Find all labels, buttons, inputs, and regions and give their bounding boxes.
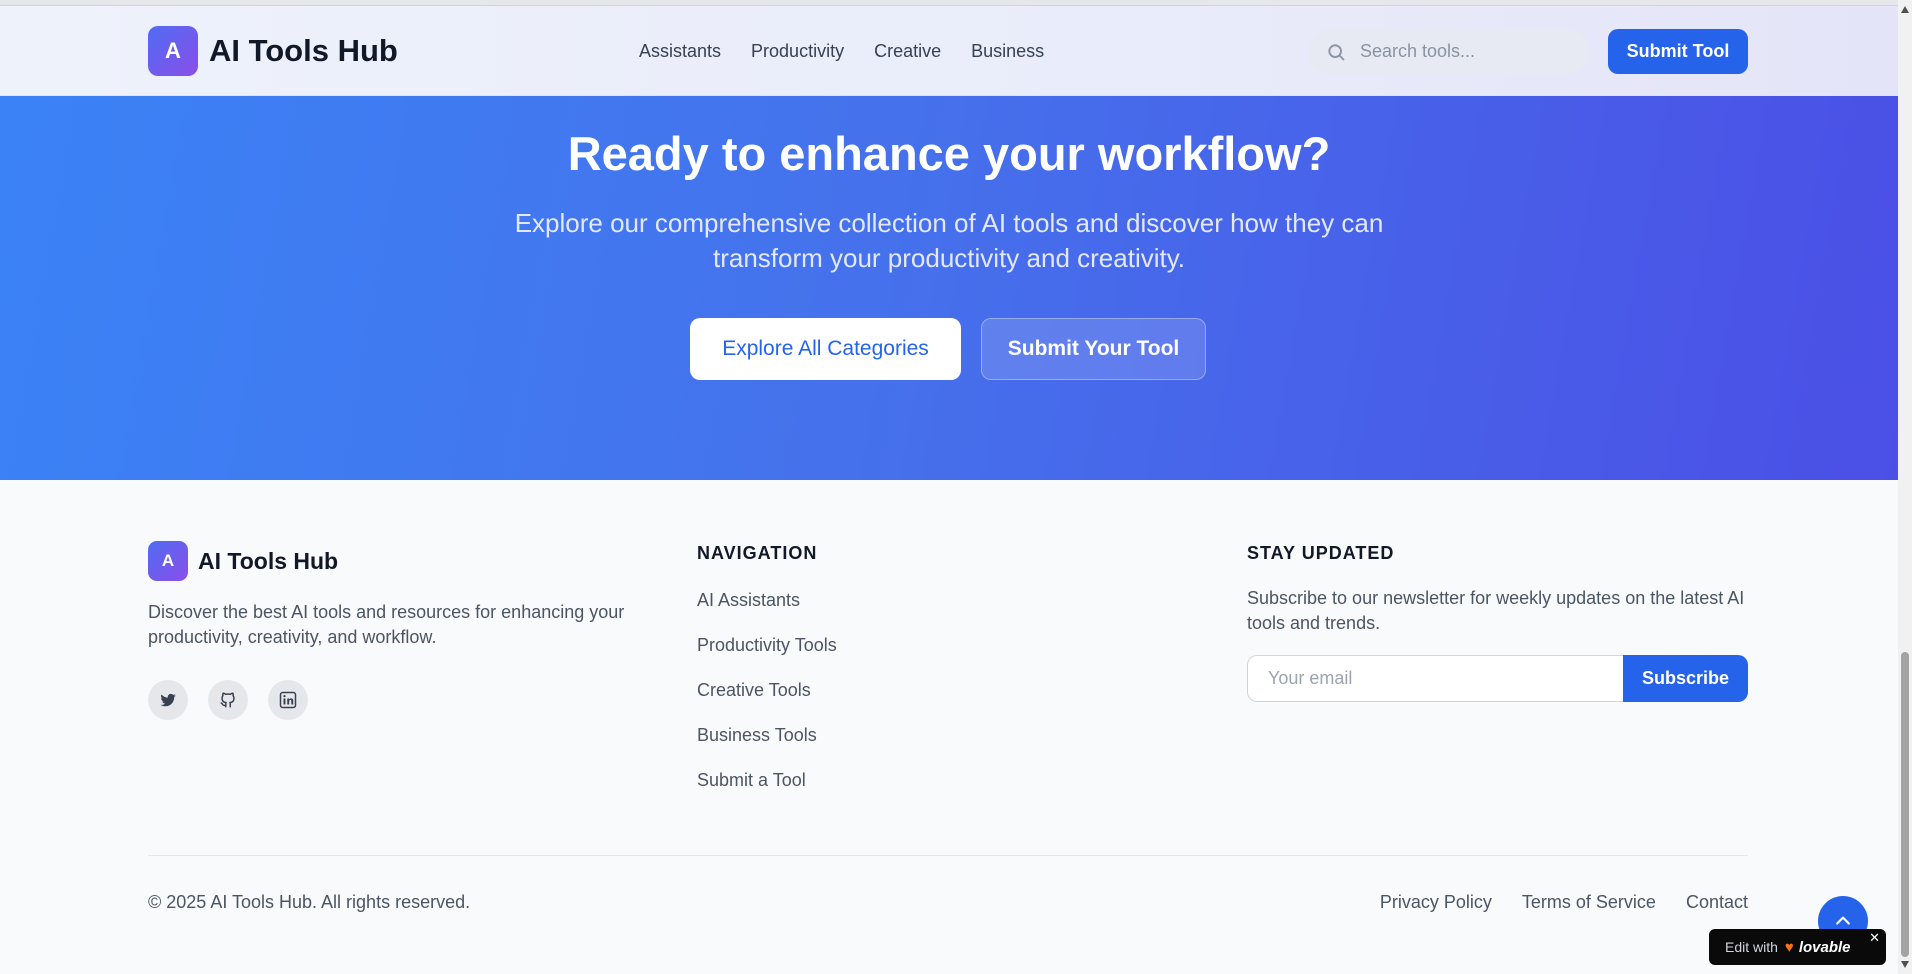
search-box[interactable] [1308, 29, 1589, 74]
linkedin-icon [279, 691, 297, 709]
submit-tool-button[interactable]: Submit Tool [1608, 29, 1748, 74]
copyright-text: © 2025 AI Tools Hub. All rights reserved… [148, 892, 471, 912]
terms-of-service-link[interactable]: Terms of Service [1522, 892, 1656, 913]
nav-link-assistants[interactable]: Assistants [639, 41, 721, 62]
nav-link-productivity[interactable]: Productivity [751, 41, 844, 62]
footer-nav-title: NAVIGATION [697, 543, 818, 563]
footer-link-submit-tool[interactable]: Submit a Tool [697, 770, 837, 815]
scroll-down-arrow-icon[interactable] [1901, 961, 1909, 968]
nav-link-business[interactable]: Business [971, 41, 1044, 62]
search-icon [1328, 43, 1345, 60]
linkedin-link[interactable] [268, 680, 308, 720]
github-icon [220, 692, 235, 708]
cta-hero: Ready to enhance your workflow? Explore … [0, 96, 1898, 480]
submit-your-tool-button[interactable]: Submit Your Tool [981, 318, 1206, 380]
footer-logo-text: AI Tools Hub [198, 547, 339, 574]
logo-text: AI Tools Hub [209, 33, 398, 68]
footer-link-productivity-tools[interactable]: Productivity Tools [697, 635, 837, 680]
main-nav: Assistants Productivity Creative Busines… [639, 41, 1044, 62]
email-field[interactable] [1247, 655, 1623, 702]
footer-description: Discover the best AI tools and resources… [148, 602, 625, 647]
footer-link-ai-assistants[interactable]: AI Assistants [697, 590, 837, 635]
scrollbar-thumb[interactable] [1901, 652, 1909, 957]
page-scrollbar[interactable] [1898, 0, 1912, 974]
heart-icon: ♥ [1784, 938, 1794, 956]
nav-link-creative[interactable]: Creative [874, 41, 941, 62]
twitter-icon [160, 693, 176, 707]
github-link[interactable] [208, 680, 248, 720]
footer-nav-list: AI Assistants Productivity Tools Creativ… [697, 590, 837, 815]
site-footer: A AI Tools Hub Discover the best AI tool… [0, 480, 1898, 974]
edit-with-lovable-badge[interactable]: Edit with ♥ lovable ✕ [1709, 929, 1886, 965]
footer-logo[interactable]: A AI Tools Hub [148, 541, 338, 581]
legal-links: Privacy Policy Terms of Service Contact [1380, 892, 1748, 913]
footer-logo-badge: A [148, 541, 188, 581]
social-links [148, 680, 308, 720]
explore-categories-button[interactable]: Explore All Categories [690, 318, 961, 380]
subscribe-button[interactable]: Subscribe [1623, 655, 1748, 702]
twitter-link[interactable] [148, 680, 188, 720]
footer-link-business-tools[interactable]: Business Tools [697, 725, 837, 770]
footer-divider [148, 855, 1748, 856]
logo-badge: A [148, 26, 198, 76]
contact-link[interactable]: Contact [1686, 892, 1748, 913]
badge-prefix: Edit with [1725, 939, 1778, 955]
site-header: A AI Tools Hub Assistants Productivity C… [0, 6, 1898, 96]
footer-link-creative-tools[interactable]: Creative Tools [697, 680, 837, 725]
privacy-policy-link[interactable]: Privacy Policy [1380, 892, 1492, 913]
scroll-up-arrow-icon[interactable] [1901, 6, 1909, 13]
newsletter-form: Subscribe [1247, 655, 1748, 702]
hero-title: Ready to enhance your workflow? [567, 127, 1331, 180]
search-input[interactable] [1360, 41, 1560, 62]
newsletter-title: STAY UPDATED [1247, 543, 1395, 563]
hero-subtitle: Explore our comprehensive collection of … [514, 208, 1384, 273]
chevron-up-icon [1836, 916, 1850, 925]
newsletter-description: Subscribe to our newsletter for weekly u… [1247, 588, 1745, 633]
site-logo[interactable]: A AI Tools Hub [148, 26, 398, 76]
close-icon[interactable]: ✕ [1869, 930, 1880, 946]
badge-brand: lovable [1798, 938, 1851, 956]
